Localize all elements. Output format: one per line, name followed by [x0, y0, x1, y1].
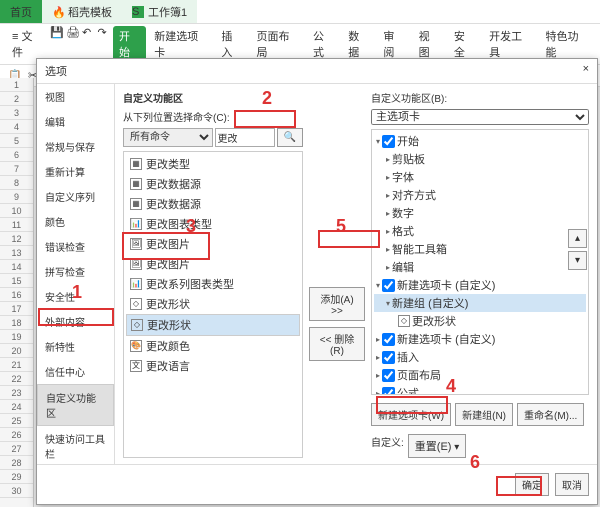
dialog-titlebar: 选项 × — [37, 59, 597, 84]
list-item: 文更改语言 — [126, 356, 300, 376]
menu-dev[interactable]: 开发工具 — [483, 26, 537, 62]
shape-icon: ◇ — [131, 319, 143, 331]
type-icon: ▦ — [130, 158, 142, 170]
sidebar-item-new[interactable]: 新特性 — [37, 334, 114, 359]
remove-button[interactable]: << 删除(R) — [309, 327, 365, 361]
list-item: 🎨更改颜色 — [126, 336, 300, 356]
commands-list[interactable]: ▦更改类型 ▦更改数据源 ▦更改数据源 📊更改图表类型 🖼更改图片 🖼更改图片 … — [123, 151, 303, 458]
sidebar-item-recalc[interactable]: 重新计算 — [37, 159, 114, 184]
dialog-footer: 确定 取消 — [37, 464, 597, 504]
data-icon: ▦ — [130, 178, 142, 190]
menu-data[interactable]: 数据 — [342, 26, 375, 62]
image-icon: 🖼 — [130, 258, 142, 270]
list-item: 🖼更改图片 — [126, 254, 300, 274]
new-tab-button[interactable]: 新建选项卡(W) — [371, 403, 451, 426]
menu-insert[interactable]: 插入 — [215, 26, 248, 62]
save-icon[interactable]: 💾 — [50, 26, 64, 40]
color-icon: 🎨 — [130, 340, 142, 352]
chart-icon: 📊 — [130, 218, 142, 230]
add-button[interactable]: 添加(A) >> — [309, 287, 365, 321]
lang-icon: 文 — [130, 360, 142, 372]
undo-icon[interactable]: ↶ — [82, 26, 96, 40]
sidebar-item-edit[interactable]: 编辑 — [37, 109, 114, 134]
sidebar-item-custom-seq[interactable]: 自定义序列 — [37, 184, 114, 209]
chart-icon: 📊 — [130, 278, 142, 290]
menu-formula[interactable]: 公式 — [307, 26, 340, 62]
sidebar-item-view[interactable]: 视图 — [37, 84, 114, 109]
dialog-title: 选项 — [45, 63, 67, 79]
menu-review[interactable]: 审阅 — [377, 26, 410, 62]
customize-label: 自定义功能区(B): — [371, 90, 589, 105]
commands-source-select[interactable]: 所有命令 — [123, 128, 213, 147]
sidebar-item-security[interactable]: 安全性 — [37, 284, 114, 309]
menu-layout[interactable]: 页面布局 — [251, 26, 305, 62]
row-header[interactable]: 1 — [0, 78, 33, 92]
new-group-button[interactable]: 新建组(N) — [455, 403, 513, 426]
caret-icon: ▾ — [376, 137, 380, 146]
sidebar-item-external[interactable]: 外部内容 — [37, 309, 114, 334]
list-item: ▦更改数据源 — [126, 174, 300, 194]
print-icon[interactable]: 🖨 — [66, 26, 80, 40]
sidebar-item-trust[interactable]: 信任中心 — [37, 359, 114, 384]
redo-icon[interactable]: ↷ — [98, 26, 112, 40]
list-item: ▦更改类型 — [126, 154, 300, 174]
sidebar-item-customize-ribbon[interactable]: 自定义功能区 — [37, 384, 114, 426]
list-item: 🖼更改图片 — [126, 234, 300, 254]
tab-workbook[interactable]: S工作簿1 — [122, 0, 197, 23]
ribbon-target-select[interactable]: 主选项卡 — [371, 109, 589, 125]
cancel-button[interactable]: 取消 — [555, 473, 589, 496]
options-dialog: 选项 × 视图 编辑 常规与保存 重新计算 自定义序列 颜色 错误检查 拼写检查… — [36, 58, 598, 505]
close-icon[interactable]: × — [583, 63, 589, 79]
shape-icon: ◇ — [398, 315, 410, 327]
rename-button[interactable]: 重命名(M)... — [517, 403, 584, 426]
list-item: 📊更改图表类型 — [126, 214, 300, 234]
choose-from-label: 从下列位置选择命令(C): — [123, 109, 303, 124]
ok-button[interactable]: 确定 — [515, 473, 549, 496]
list-item-selected: ◇更改形状 — [126, 314, 300, 336]
workbook-tabs: 首页 🔥稻壳模板 S工作簿1 — [0, 0, 600, 24]
list-item: ▦更改数据源 — [126, 194, 300, 214]
menu-start[interactable]: 开始 — [113, 26, 146, 62]
custom-label: 自定义: — [371, 434, 404, 458]
menu-view[interactable]: 视图 — [413, 26, 446, 62]
move-down-button[interactable]: ▾ — [568, 251, 587, 270]
menu-special[interactable]: 特色功能 — [540, 26, 594, 62]
search-icon[interactable]: 🔍 — [277, 128, 303, 147]
menu-newtab[interactable]: 新建选项卡 — [148, 26, 213, 62]
sidebar-item-error[interactable]: 错误检查 — [37, 234, 114, 259]
menu-security[interactable]: 安全 — [448, 26, 481, 62]
sidebar-item-spell[interactable]: 拼写检查 — [37, 259, 114, 284]
move-up-button[interactable]: ▴ — [568, 229, 587, 248]
tab-templates[interactable]: 🔥稻壳模板 — [42, 0, 122, 23]
data-icon: ▦ — [130, 198, 142, 210]
options-sidebar: 视图 编辑 常规与保存 重新计算 自定义序列 颜色 错误检查 拼写检查 安全性 … — [37, 84, 115, 464]
fire-icon: 🔥 — [52, 6, 64, 18]
row-headers: 1234567891011121314151617181920212223242… — [0, 78, 34, 507]
sidebar-item-qat[interactable]: 快速访问工具栏 — [37, 426, 114, 464]
shape-icon: ◇ — [130, 298, 142, 310]
sidebar-item-general[interactable]: 常规与保存 — [37, 134, 114, 159]
tree-checkbox[interactable] — [382, 135, 395, 148]
tree-node-selected: ▾新建组 (自定义) — [374, 294, 586, 312]
list-item: 📊更改系列图表类型 — [126, 274, 300, 294]
tab-home[interactable]: 首页 — [0, 0, 42, 23]
image-icon: 🖼 — [130, 238, 142, 250]
list-item: ◇更改形状 — [126, 294, 300, 314]
ribbon-tree[interactable]: ▾开始 ▸剪贴板 ▸字体 ▸对齐方式 ▸数字 ▸格式 ▸智能工具箱 ▸编辑 ▾新… — [371, 129, 589, 395]
section-title: 自定义功能区 — [123, 90, 303, 105]
menu-file[interactable]: ≡ 文件 — [6, 26, 48, 62]
reset-button[interactable]: 重置(E) ▾ — [408, 434, 466, 458]
search-input[interactable] — [215, 128, 275, 147]
sidebar-item-color[interactable]: 颜色 — [37, 209, 114, 234]
sheet-icon: S — [132, 6, 144, 18]
